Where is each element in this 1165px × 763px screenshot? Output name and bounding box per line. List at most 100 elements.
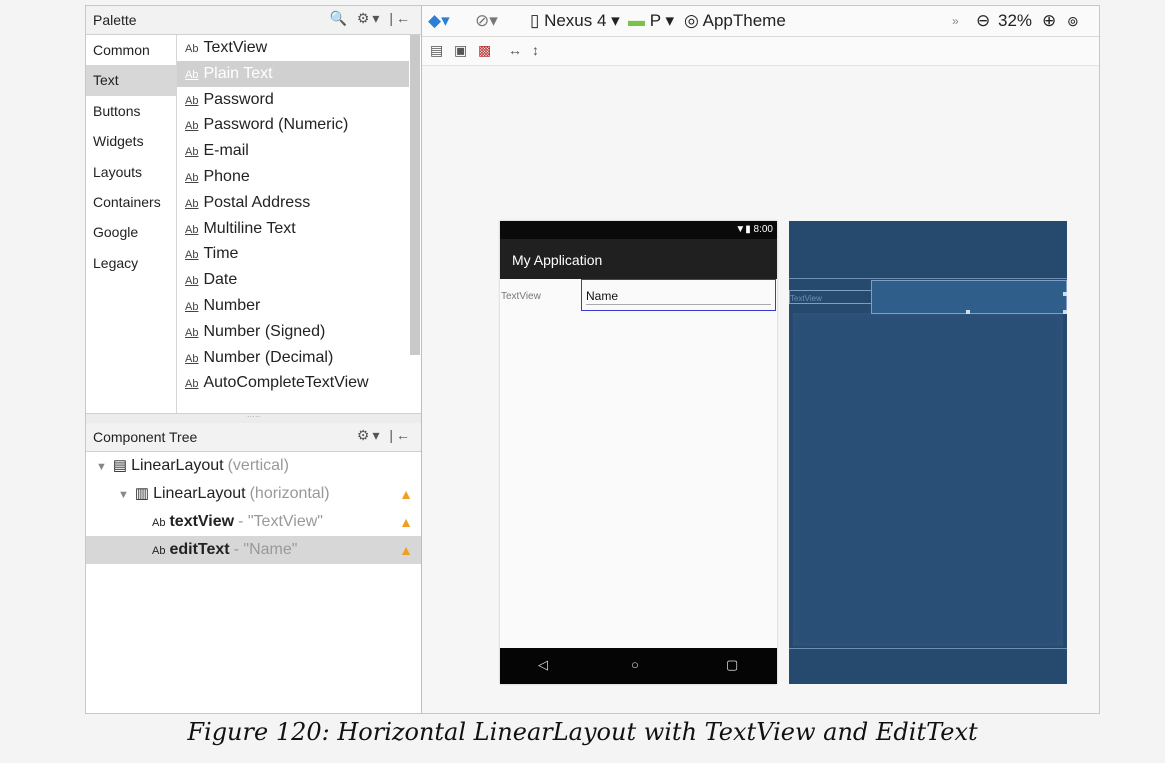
component-tree: ▼ ▤ LinearLayout (vertical) ▼ ▥ LinearLayout (h… bbox=[86, 452, 421, 564]
api-selector[interactable]: ▬ P ▾ bbox=[628, 11, 674, 31]
palette-item[interactable]: Ab Number bbox=[177, 293, 409, 319]
palette-items: Ab TextView Ab Plain Text Ab Password Ab Passwo… bbox=[177, 35, 409, 413]
palette-item[interactable]: Ab Phone bbox=[177, 164, 409, 190]
warning-icon[interactable]: ▲ bbox=[399, 508, 413, 536]
palette-item[interactable]: Ab Plain Text bbox=[177, 60, 409, 87]
layout-toolbar: ▤ ▣ ▩ ↔ ↕ bbox=[422, 37, 1099, 66]
widget-icon: Ab bbox=[185, 378, 199, 391]
expand-triangle-icon[interactable]: ▼ bbox=[96, 461, 107, 473]
app-bar-title: My Application bbox=[500, 239, 777, 279]
baseline-icon[interactable]: ▣ bbox=[454, 42, 467, 59]
nav-bar: ◁ ○ ▢ bbox=[500, 648, 777, 684]
palette-category-containers[interactable]: Containers bbox=[86, 187, 176, 217]
palette-item-label: Password bbox=[203, 90, 274, 108]
figure-caption: Figure 120: Horizontal LinearLayout with… bbox=[187, 718, 978, 746]
overflow-icon[interactable]: » bbox=[952, 14, 959, 28]
palette-category-text[interactable]: Text bbox=[86, 65, 176, 96]
component-tree-tools[interactable]: ⚙▾ |← bbox=[357, 427, 413, 444]
clear-constraints-icon[interactable]: ▩ bbox=[478, 42, 491, 59]
home-icon: ○ bbox=[631, 657, 639, 672]
orientation-icon[interactable]: ⊘▾ bbox=[475, 11, 498, 31]
widget-icon: Ab bbox=[152, 545, 166, 557]
palette-category-layouts[interactable]: Layouts bbox=[86, 157, 176, 187]
palette-item[interactable]: Ab Number (Signed) bbox=[177, 319, 409, 345]
blueprint-line bbox=[789, 648, 1067, 649]
widget-icon: Ab bbox=[185, 171, 199, 184]
preview-edittext-value: Name bbox=[586, 289, 619, 303]
palette-item[interactable]: Ab Number (Decimal) bbox=[177, 345, 409, 371]
component-tree-header: Component Tree ⚙▾ |← bbox=[86, 423, 421, 452]
zoom-in-icon[interactable]: ⊕ bbox=[1042, 11, 1056, 31]
palette-item-label: Phone bbox=[203, 167, 250, 185]
palette-item[interactable]: Ab E-mail bbox=[177, 138, 409, 164]
preview-textview[interactable]: TextView bbox=[501, 291, 541, 302]
palette-tools[interactable]: 🔍 ⚙▾ |← bbox=[330, 10, 413, 27]
palette-title: Palette bbox=[93, 12, 137, 28]
palette-item[interactable]: Ab Multiline Text bbox=[177, 216, 409, 242]
left-panel: Palette 🔍 ⚙▾ |← Common Text Buttons Widgets… bbox=[86, 6, 422, 713]
preview-edittext[interactable]: Name bbox=[581, 279, 776, 311]
resize-handle[interactable] bbox=[1063, 292, 1067, 296]
recents-icon: ▢ bbox=[726, 657, 739, 672]
orientation-layout-icon[interactable]: ▤ bbox=[430, 42, 443, 59]
layers-icon[interactable]: ◆▾ bbox=[428, 11, 450, 31]
palette-item[interactable]: Ab Date bbox=[177, 267, 409, 293]
palette-category-widgets[interactable]: Widgets bbox=[86, 126, 176, 156]
expand-vertical-icon[interactable]: ↕ bbox=[532, 42, 539, 58]
widget-icon: Ab bbox=[185, 223, 199, 236]
widget-icon: Ab bbox=[185, 146, 199, 159]
blueprint-line bbox=[789, 278, 1067, 279]
zoom-out-icon[interactable]: ⊖ bbox=[976, 11, 990, 31]
blueprint-textview-label: TextView bbox=[790, 294, 822, 303]
tree-row[interactable]: Ab textView - "TextView" ▲ bbox=[86, 508, 421, 536]
tree-node-detail: - "TextView" bbox=[238, 513, 323, 530]
palette-item-label: Date bbox=[203, 271, 238, 289]
palette-scrollbar[interactable] bbox=[410, 35, 420, 355]
widget-icon: Ab bbox=[185, 275, 199, 288]
palette-category-google[interactable]: Google bbox=[86, 217, 176, 247]
tree-node-name: editText bbox=[169, 541, 230, 558]
tree-row[interactable]: ▼ ▤ LinearLayout (vertical) bbox=[86, 452, 421, 480]
phone-preview[interactable]: ▼▮ 8:00 My Application TextView Name ◁ ○… bbox=[500, 221, 777, 684]
palette-item-label: AutoCompleteTextView bbox=[203, 374, 369, 392]
palette-item[interactable]: Ab Time bbox=[177, 241, 409, 267]
panel-splitter[interactable]: ····· bbox=[86, 413, 421, 423]
layout-icon: ▤ bbox=[112, 457, 128, 474]
palette-header: Palette 🔍 ⚙▾ |← bbox=[86, 6, 421, 35]
palette-item-label: E-mail bbox=[203, 142, 249, 160]
palette-category-legacy[interactable]: Legacy bbox=[86, 248, 176, 278]
device-selector[interactable]: ▯ Nexus 4 ▾ bbox=[530, 11, 620, 31]
edittext-underline bbox=[586, 304, 771, 305]
palette-item[interactable]: Ab Postal Address bbox=[177, 190, 409, 216]
tree-row[interactable]: Ab editText - "Name" ▲ bbox=[86, 536, 421, 564]
palette-item[interactable]: Ab AutoCompleteTextView bbox=[177, 370, 409, 396]
palette-category-buttons[interactable]: Buttons bbox=[86, 96, 176, 126]
layout-icon: ▥ bbox=[134, 485, 150, 502]
widget-icon: Ab bbox=[185, 197, 199, 210]
warning-icon[interactable]: ▲ bbox=[399, 480, 413, 508]
palette-item[interactable]: Ab TextView bbox=[177, 35, 409, 61]
zoom-fit-icon[interactable]: ⊚ bbox=[1067, 13, 1079, 30]
palette-item-label: TextView bbox=[203, 39, 268, 56]
palette-item-label: Multiline Text bbox=[203, 219, 296, 237]
widget-icon: Ab bbox=[185, 68, 199, 81]
status-bar: ▼▮ 8:00 bbox=[500, 221, 777, 239]
design-toolbar: ◆▾ ⊘▾ ▯ Nexus 4 ▾ ▬ P ▾ ◎ AppTheme » ⊖ 3… bbox=[422, 6, 1099, 37]
blueprint-edittext-box[interactable] bbox=[871, 280, 1067, 314]
blueprint-content-area bbox=[793, 313, 1063, 646]
expand-triangle-icon[interactable]: ▼ bbox=[118, 489, 129, 501]
android-studio-layout-editor: Palette 🔍 ⚙▾ |← Common Text Buttons Widgets… bbox=[85, 5, 1100, 714]
palette-item-label: Number bbox=[203, 296, 261, 314]
palette-category-common[interactable]: Common bbox=[86, 35, 176, 65]
palette-item[interactable]: Ab Password (Numeric) bbox=[177, 112, 409, 138]
palette-item[interactable]: Ab Password bbox=[177, 87, 409, 113]
warning-icon[interactable]: ▲ bbox=[399, 536, 413, 564]
theme-selector[interactable]: ◎ AppTheme bbox=[684, 11, 786, 31]
expand-horizontal-icon[interactable]: ↔ bbox=[508, 42, 522, 58]
design-canvas: ▼▮ 8:00 My Application TextView Name ◁ ○… bbox=[422, 66, 1099, 713]
blueprint-preview[interactable]: TextView bbox=[789, 221, 1067, 684]
widget-icon: Ab bbox=[185, 352, 199, 365]
resize-handle[interactable] bbox=[1063, 310, 1067, 314]
tree-row[interactable]: ▼ ▥ LinearLayout (horizontal) ▲ bbox=[86, 480, 421, 508]
resize-handle[interactable] bbox=[966, 310, 970, 314]
